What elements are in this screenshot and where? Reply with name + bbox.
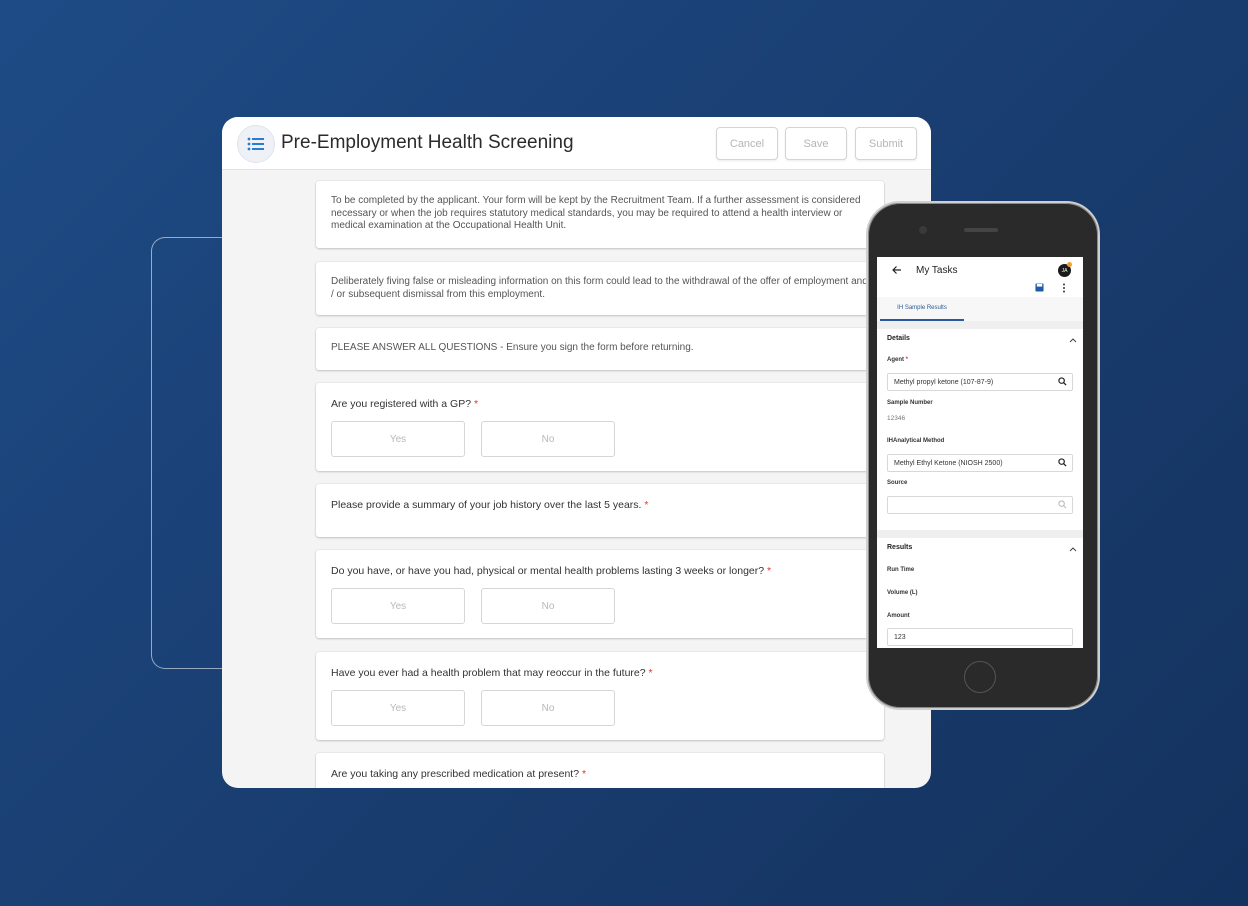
- sample-number-value: 12346: [887, 415, 906, 422]
- yes-button[interactable]: Yes: [331, 690, 465, 726]
- tab-ih-sample-results[interactable]: IH Sample Results: [880, 297, 964, 321]
- menu-button[interactable]: [237, 125, 275, 163]
- results-header: Results: [887, 544, 913, 551]
- no-button[interactable]: No: [481, 421, 615, 457]
- search-icon[interactable]: [1058, 458, 1067, 467]
- app-bar: My Tasks JA: [877, 257, 1083, 285]
- phone-screen: My Tasks JA IH Sample Results Details Ag…: [877, 257, 1083, 648]
- required-marker: *: [644, 499, 649, 511]
- question-card: Please provide a summary of your job his…: [316, 484, 884, 537]
- save-button[interactable]: Save: [785, 127, 847, 160]
- intro-text-1: To be completed by the applicant. Your f…: [331, 195, 861, 231]
- agent-label-text: Agent: [887, 357, 904, 363]
- page-title: Pre-Employment Health Screening: [281, 132, 574, 153]
- search-icon[interactable]: [1058, 377, 1067, 386]
- search-icon[interactable]: [1058, 500, 1067, 509]
- required-marker: *: [905, 357, 909, 363]
- phone-camera: [919, 226, 927, 234]
- required-marker: *: [648, 667, 653, 679]
- run-time-label: Run Time: [887, 567, 915, 573]
- details-section-header[interactable]: Details: [877, 329, 1083, 355]
- question-label: Do you have, or have you had, physical o…: [331, 565, 771, 577]
- submit-button[interactable]: Submit: [855, 127, 917, 160]
- amount-value: 123: [894, 633, 906, 641]
- required-marker: *: [581, 768, 587, 780]
- sample-number-label: Sample Number: [887, 400, 933, 406]
- yes-button[interactable]: Yes: [331, 421, 465, 457]
- question-card: Are you taking any prescribed medication…: [316, 753, 884, 788]
- chevron-up-icon[interactable]: [1069, 338, 1077, 343]
- question-text: Have you ever had a health problem that …: [331, 667, 646, 679]
- question-card: Do you have, or have you had, physical o…: [316, 550, 884, 638]
- no-button[interactable]: No: [481, 588, 615, 624]
- source-label: Source: [887, 480, 908, 486]
- agent-field[interactable]: Methyl propyl ketone (107-87-9): [887, 373, 1073, 391]
- intro-card-2: Deliberately fiving false or misleading …: [316, 262, 884, 315]
- intro-text-3: PLEASE ANSWER ALL QUESTIONS - Ensure you…: [331, 342, 694, 353]
- cancel-button[interactable]: Cancel: [716, 127, 778, 160]
- phone-home-button[interactable]: [964, 661, 996, 693]
- list-icon: [247, 137, 264, 151]
- required-marker: *: [767, 565, 772, 577]
- intro-card-3: PLEASE ANSWER ALL QUESTIONS - Ensure you…: [316, 328, 884, 370]
- form-header: Pre-Employment Health Screening Cancel S…: [222, 117, 931, 170]
- section-divider: [877, 321, 1083, 329]
- save-icon[interactable]: [1035, 283, 1044, 292]
- question-text: Are you taking any prescribed medication…: [331, 768, 580, 780]
- method-label: IHAnalytical Method: [887, 438, 945, 444]
- agent-value: Methyl propyl ketone (107-87-9): [894, 378, 994, 386]
- more-vert-icon[interactable]: [1062, 283, 1066, 293]
- question-text: Please provide a summary of your job his…: [331, 499, 642, 511]
- intro-text-2: Deliberately fiving false or misleading …: [331, 276, 868, 300]
- details-header: Details: [887, 335, 910, 342]
- question-label: Are you taking any prescribed medication…: [331, 768, 586, 780]
- chevron-up-icon[interactable]: [1069, 547, 1077, 552]
- agent-label: Agent *: [887, 357, 908, 363]
- intro-card-1: To be completed by the applicant. Your f…: [316, 181, 884, 248]
- back-arrow-icon[interactable]: [892, 265, 902, 275]
- tab-bar: IH Sample Results: [877, 297, 1083, 322]
- results-section-header[interactable]: Results: [877, 538, 1083, 564]
- question-label: Have you ever had a health problem that …: [331, 667, 653, 679]
- yes-button[interactable]: Yes: [331, 588, 465, 624]
- source-field[interactable]: [887, 496, 1073, 514]
- question-card: Are you registered with a GP? * Yes No: [316, 383, 884, 471]
- required-marker: *: [474, 398, 479, 410]
- question-text: Are you registered with a GP?: [331, 398, 472, 410]
- amount-label: Amount: [887, 613, 910, 619]
- form-window: Pre-Employment Health Screening Cancel S…: [222, 117, 931, 788]
- app-title: My Tasks: [916, 265, 958, 276]
- amount-field[interactable]: 123: [887, 628, 1073, 646]
- question-label: Please provide a summary of your job his…: [331, 499, 649, 511]
- section-divider: [877, 530, 1083, 538]
- method-value: Methyl Ethyl Ketone (NIOSH 2500): [894, 459, 1003, 467]
- phone-speaker: [964, 228, 998, 232]
- notification-dot: [1067, 262, 1072, 267]
- method-field[interactable]: Methyl Ethyl Ketone (NIOSH 2500): [887, 454, 1073, 472]
- question-text: Do you have, or have you had, physical o…: [331, 565, 765, 577]
- question-label: Are you registered with a GP? *: [331, 398, 478, 410]
- question-card: Have you ever had a health problem that …: [316, 652, 884, 740]
- volume-label: Volume (L): [887, 590, 918, 596]
- no-button[interactable]: No: [481, 690, 615, 726]
